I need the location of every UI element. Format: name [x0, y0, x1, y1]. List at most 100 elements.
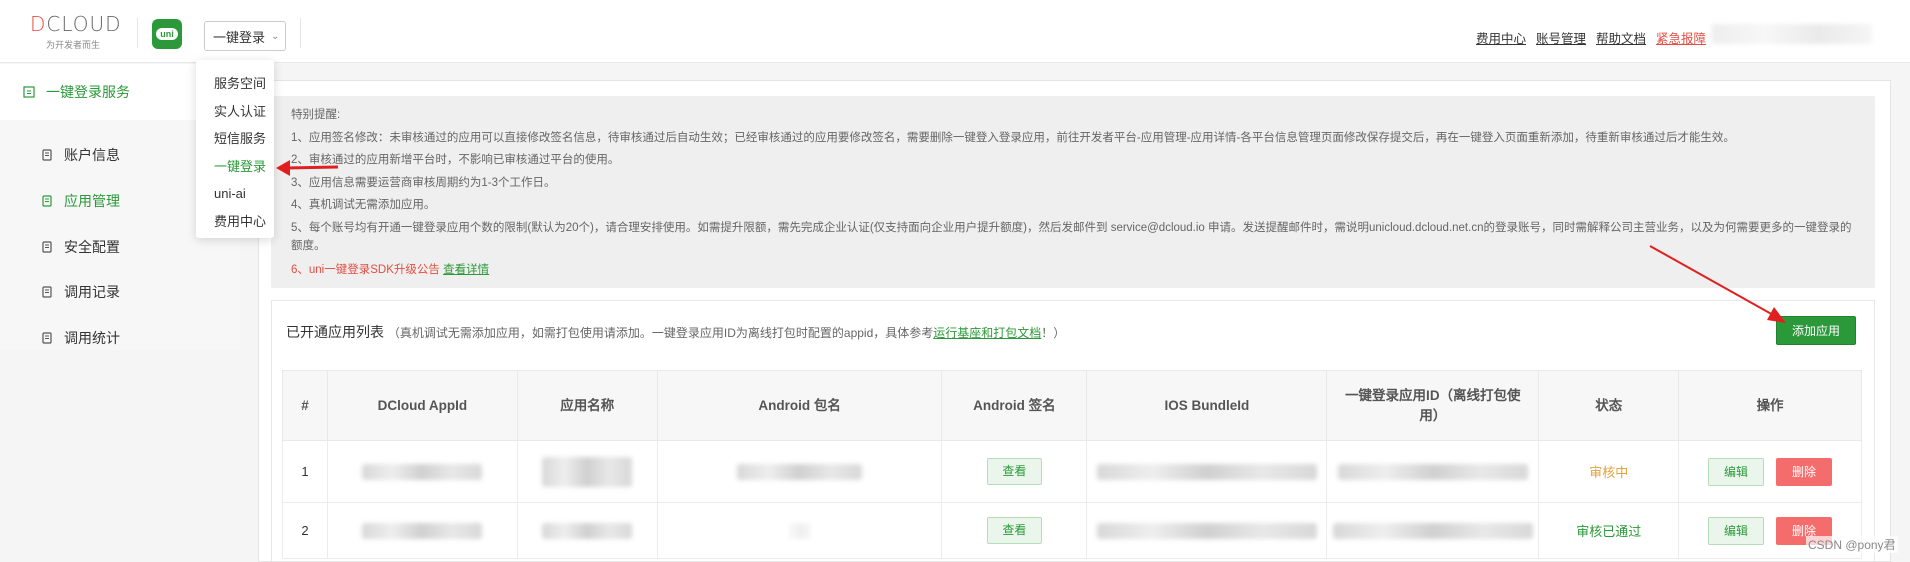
header-divider — [137, 18, 138, 48]
view-details-link[interactable]: 查看详情 — [443, 264, 489, 276]
document-icon — [40, 194, 54, 208]
view-signature-button[interactable]: 查看 — [986, 517, 1042, 544]
column-header: 应用名称 — [516, 370, 658, 441]
redacted-value — [1096, 522, 1317, 539]
csdn-watermark: CSDN @pony君 — [1806, 536, 1898, 553]
redacted-value — [1332, 522, 1533, 539]
android-sign-cell: 查看 — [941, 502, 1088, 559]
status-badge: 审核已通过 — [1576, 524, 1642, 539]
edit-button[interactable]: 编辑 — [1708, 516, 1765, 545]
view-signature-button[interactable]: 查看 — [986, 458, 1042, 485]
package-name-cell — [656, 440, 943, 503]
uni-app-icon[interactable]: uni — [152, 19, 182, 49]
redacted-value — [789, 522, 810, 539]
status-cell: 审核中 — [1538, 440, 1680, 503]
appid-cell — [326, 440, 518, 503]
notice-sdk-announcement: 6、uni一键登录SDK升级公告 查看详情 — [291, 259, 1855, 282]
android-sign-cell: 查看 — [941, 440, 1088, 503]
service-select[interactable]: 一键登录 ⌄ — [204, 21, 286, 51]
column-header: IOS BundleId — [1086, 370, 1328, 441]
notice-item: 4、真机调试无需添加应用。 — [291, 199, 436, 211]
notice-item: 5、每个账号均有开通一键登录应用个数的限制(默认为20个)，请合理安排使用。如需… — [291, 221, 1852, 252]
dropdown-item-billing[interactable]: 费用中心 — [196, 208, 274, 236]
document-icon — [40, 148, 54, 162]
bundle-id-cell — [1086, 440, 1328, 503]
notice-item: 1、应用签名修改：未审核通过的应用可以直接修改签名信息，待审核通过后自动生效；已… — [291, 131, 1735, 144]
redacted-value — [362, 463, 483, 480]
redacted-value — [542, 522, 633, 539]
billing-center-link[interactable]: 费用中心 — [1476, 28, 1526, 47]
app-list-header: 已开通应用列表 （真机调试无需添加应用，如需打包使用请添加。一键登录应用ID为离… — [286, 322, 1065, 342]
sidebar-item-label: 应用管理 — [64, 193, 120, 209]
login-appid-cell — [1326, 440, 1540, 503]
account-manage-link[interactable]: 账号管理 — [1536, 28, 1586, 47]
package-name-cell — [656, 502, 943, 559]
redacted-value — [1096, 463, 1317, 480]
sidebar-item-label: 安全配置 — [64, 239, 120, 255]
emergency-report-link[interactable]: 紧急报障 — [1656, 28, 1706, 47]
document-icon — [40, 331, 54, 345]
login-appid-cell — [1326, 502, 1540, 559]
column-header: Android 包名 — [656, 370, 943, 441]
sidebar-item-label: 调用统计 — [64, 330, 120, 346]
logo-tagline: 为开发者而生 — [46, 40, 101, 50]
sidebar-group-label: 一键登录服务 — [46, 84, 130, 100]
appid-cell — [326, 502, 518, 559]
status-cell: 审核已通过 — [1538, 502, 1680, 559]
top-header: DCLOUD 为开发者而生 uni 一键登录 ⌄ 费用中心 账号管理 帮助文档 … — [0, 0, 1910, 63]
help-docs-link[interactable]: 帮助文档 — [1596, 28, 1646, 47]
notice-item: 3、应用信息需要运营商审核周期约为1-3个工作日。 — [291, 176, 556, 189]
bundle-id-cell — [1086, 502, 1328, 559]
row-index: 2 — [282, 502, 328, 559]
blurred-user-info — [1712, 24, 1872, 44]
subtitle-text: （真机调试无需添加应用，如需打包使用请添加。一键登录应用ID为离线打包时配置的a… — [387, 326, 934, 340]
uni-icon-text: uni — [156, 28, 178, 40]
sidebar-item-label: 账户信息 — [64, 147, 120, 163]
sidebar-item-call-stats[interactable]: 调用统计 — [0, 315, 240, 361]
app-name-cell — [516, 502, 658, 559]
actions-cell: 编辑 删除 — [1678, 440, 1862, 503]
sidebar-item-call-records[interactable]: 调用记录 — [0, 269, 240, 315]
dcloud-logo[interactable]: DCLOUD 为开发者而生 — [30, 12, 130, 52]
delete-button[interactable]: 删除 — [1776, 457, 1833, 486]
dropdown-item-uni-ai[interactable]: uni-ai — [196, 180, 274, 208]
document-icon — [40, 240, 54, 254]
table-row: 2 查看 审核已通过 编辑 删除 — [282, 502, 1862, 559]
add-app-button[interactable]: 添加应用 — [1776, 316, 1856, 345]
notice-sdk-text: 6、uni一键登录SDK升级公告 — [291, 263, 440, 276]
edit-button[interactable]: 编辑 — [1708, 457, 1765, 486]
column-header: DCloud AppId — [326, 370, 518, 441]
column-header: 一键登录应用ID（离线打包使用） — [1326, 370, 1540, 441]
notice-title: 特别提醒: — [291, 109, 341, 121]
column-header: Android 签名 — [941, 370, 1088, 441]
table-header-row: # DCloud AppId 应用名称 Android 包名 Android 签… — [282, 370, 1862, 441]
notice-box: 特别提醒: 1、应用签名修改：未审核通过的应用可以直接修改签名信息，待审核通过后… — [271, 96, 1875, 288]
document-icon — [40, 285, 54, 299]
sidebar-item-label: 调用记录 — [64, 284, 120, 300]
top-links: 费用中心 账号管理 帮助文档 紧急报障 — [1476, 28, 1706, 47]
dropdown-item-service-space[interactable]: 服务空间 — [196, 70, 274, 98]
redacted-value — [1337, 463, 1528, 480]
dropdown-item-sms-service[interactable]: 短信服务 — [196, 125, 274, 153]
app-list-subtitle: （真机调试无需添加应用，如需打包使用请添加。一键登录应用ID为离线打包时配置的a… — [388, 326, 1065, 340]
table-row: 1 查看 审核中 编辑 删除 — [282, 440, 1862, 503]
notice-item: 2、审核通过的应用新增平台时，不影响已审核通过平台的使用。 — [291, 154, 620, 166]
chevron-down-icon: ⌄ — [271, 30, 280, 42]
column-header: # — [282, 370, 328, 441]
app-list-title: 已开通应用列表 — [286, 324, 384, 340]
header-divider — [300, 18, 301, 48]
app-name-cell — [516, 440, 658, 503]
row-index: 1 — [282, 440, 328, 503]
app-table: # DCloud AppId 应用名称 Android 包名 Android 签… — [282, 370, 1862, 559]
dropdown-item-one-click-login[interactable]: 一键登录 — [196, 153, 274, 181]
packaging-docs-link[interactable]: 运行基座和打包文档 — [933, 326, 1041, 340]
column-header: 状态 — [1538, 370, 1680, 441]
dropdown-item-identity-verify[interactable]: 实人认证 — [196, 98, 274, 126]
service-icon — [22, 85, 36, 99]
redacted-value — [542, 456, 633, 487]
redacted-value — [362, 522, 483, 539]
logo-word: CLOUD — [46, 12, 122, 36]
redacted-value — [737, 463, 863, 480]
subtitle-text: ！） — [1041, 326, 1066, 340]
service-dropdown-menu: 服务空间 实人认证 短信服务 一键登录 uni-ai 费用中心 — [196, 60, 274, 238]
